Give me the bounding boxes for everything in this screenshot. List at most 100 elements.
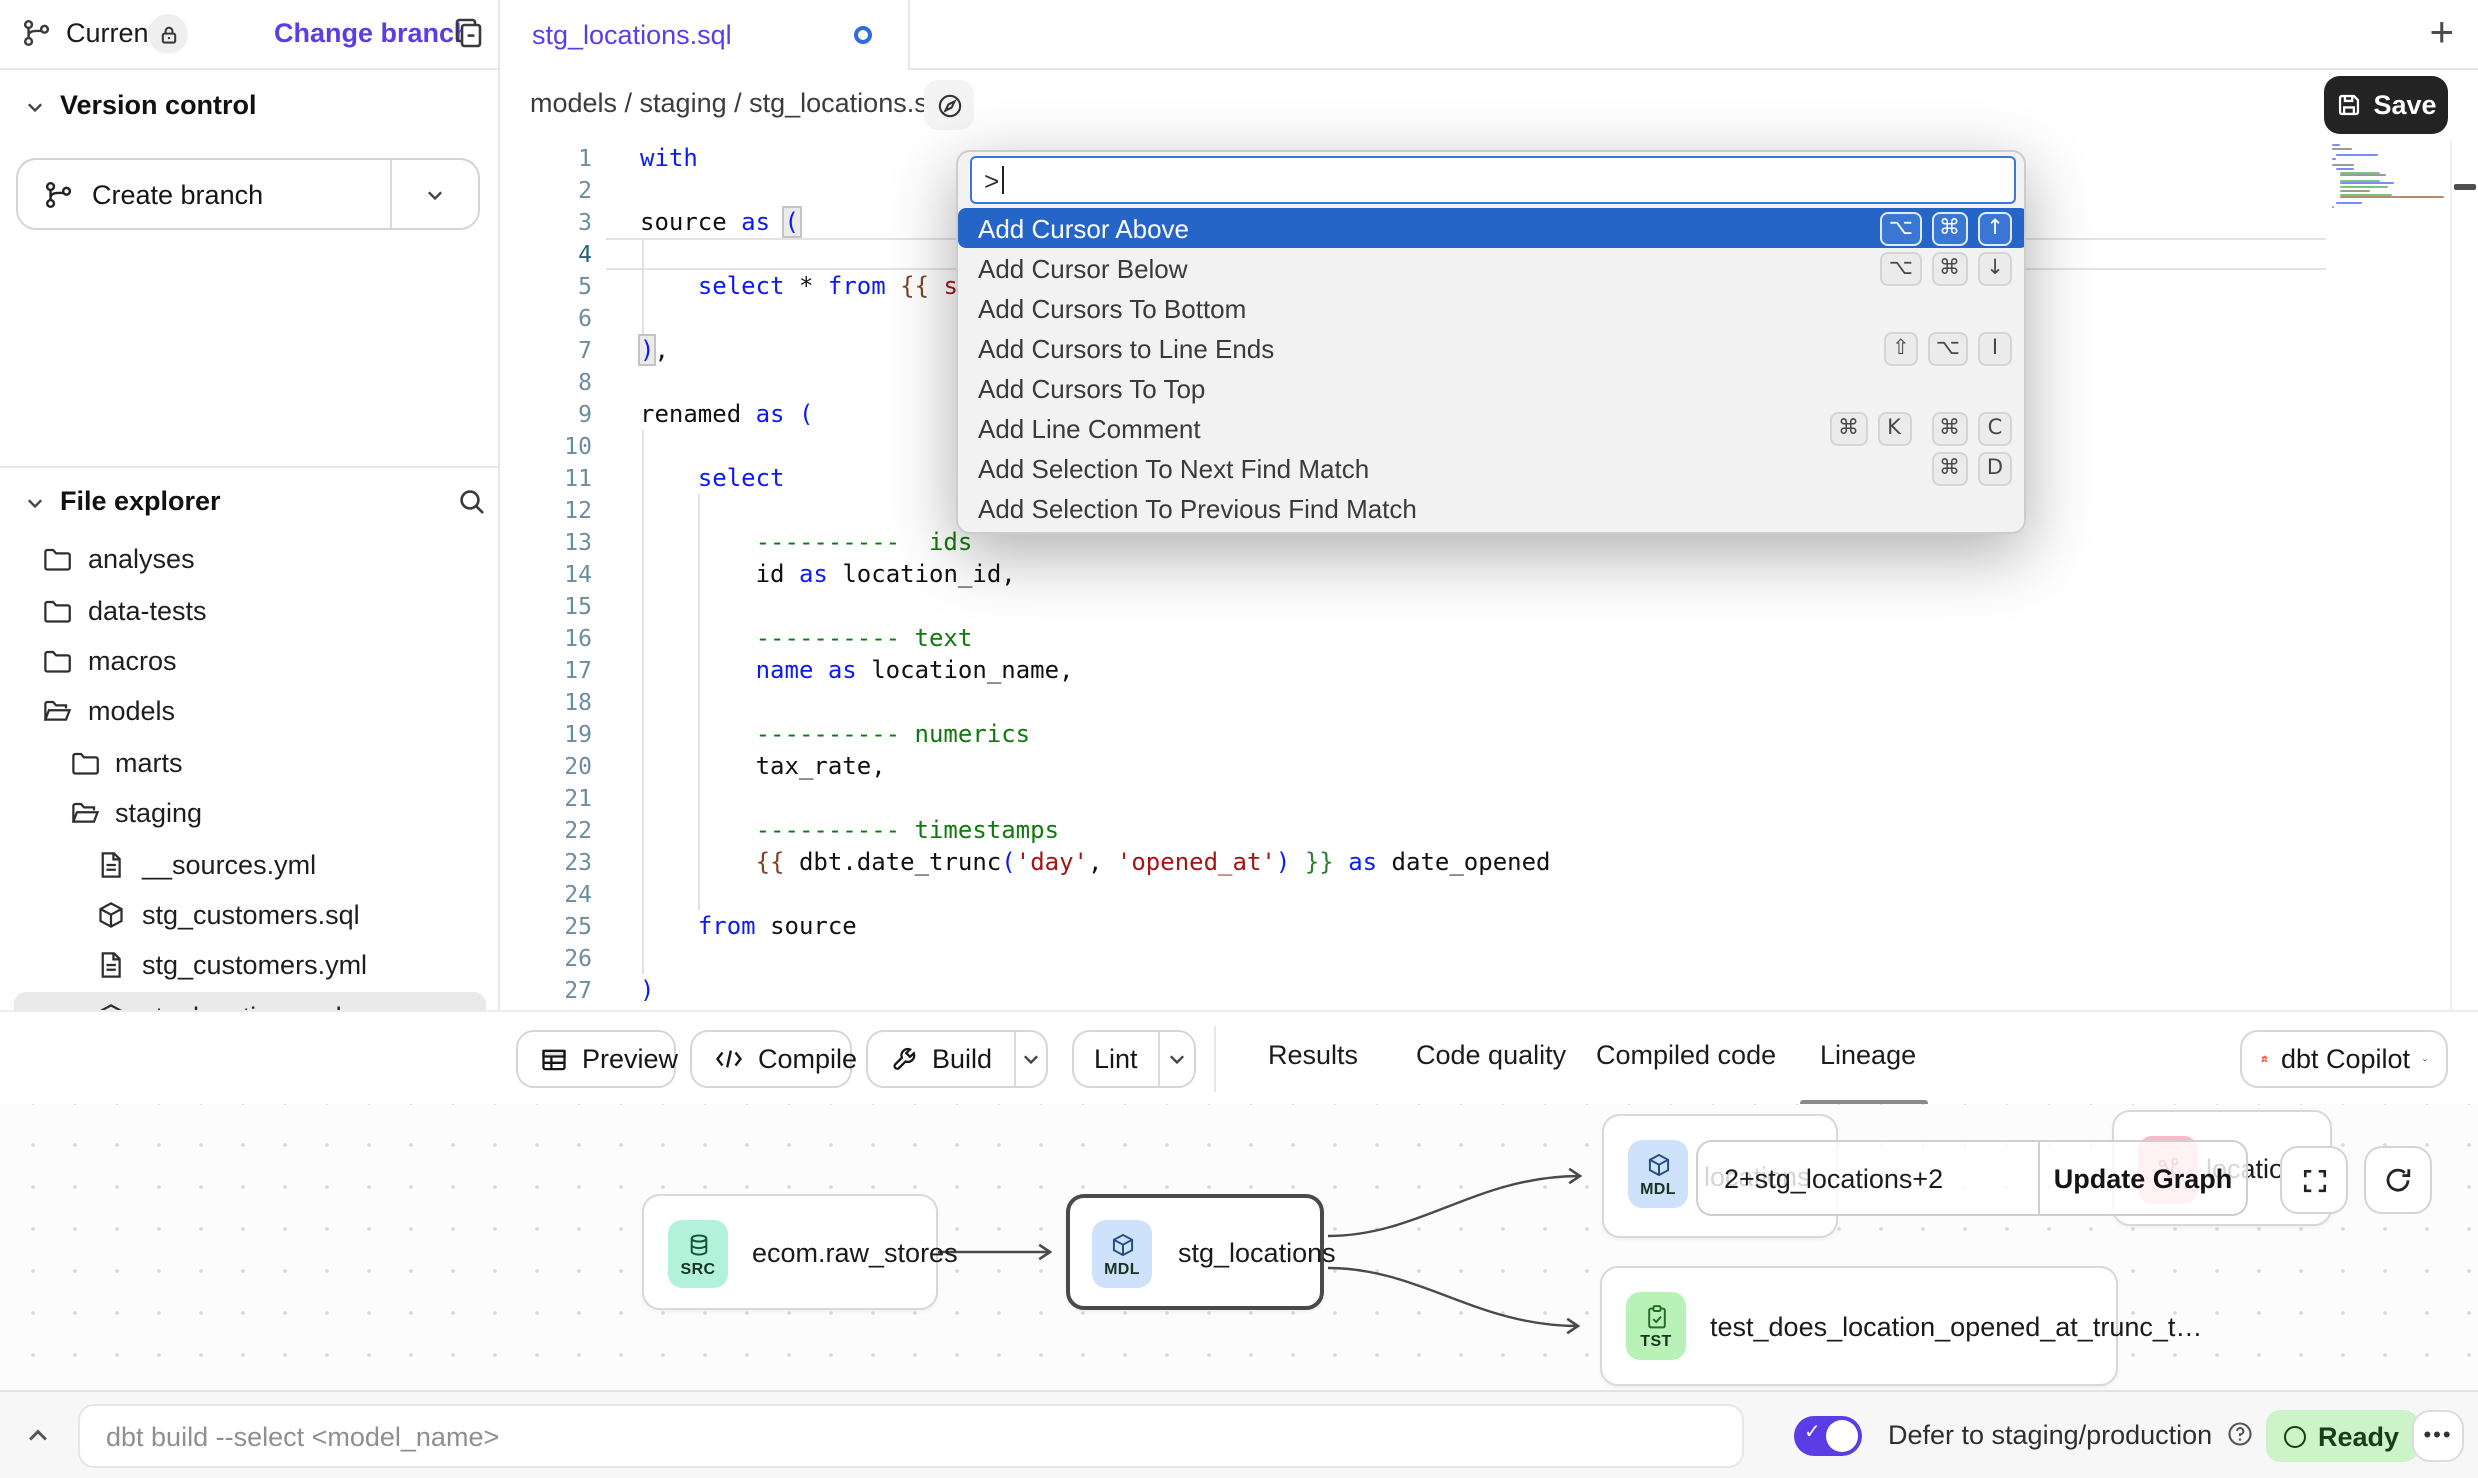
model-badge: MDL [1628,1140,1688,1208]
tree-item-marts[interactable]: marts [14,737,486,788]
lineage-node-test[interactable]: TST test_does_location_opened_at_trunc_t… [1600,1266,2118,1386]
key-chip: ⌥ [1881,251,1921,285]
ready-status-badge[interactable]: Ready [2266,1410,2417,1462]
navigate-button[interactable] [924,80,974,130]
defer-toggle[interactable]: ✓ [1794,1416,1862,1456]
command-list: Add Cursor Above⌥⌘↑Add Cursor Below⌥⌘↓Ad… [958,208,2026,528]
compile-button[interactable]: Compile [690,1030,852,1088]
line-number: 24 [500,878,592,910]
text-caret [1001,166,1003,194]
file-label: macros [88,646,177,676]
command-item[interactable]: Add Cursors To Top [958,368,2026,408]
tree-item-staging[interactable]: staging [14,788,486,839]
update-graph-button[interactable]: Update Graph [2038,1142,2246,1214]
save-button[interactable]: Save [2324,76,2448,134]
file-explorer-header[interactable]: File explorer [0,480,500,532]
code-line: tax_rate, [640,750,1551,782]
change-branch-link[interactable]: Change branch [274,18,471,48]
scrollbar-thumb[interactable] [2454,184,2476,189]
command-item[interactable]: Add Cursors To Bottom [958,288,2026,328]
copy-icon[interactable] [452,16,484,48]
tree-item-__sources.yml[interactable]: __sources.yml [14,839,486,890]
create-branch-main[interactable]: Create branch [18,160,390,228]
breadcrumb: models / staging / stg_locations.sql [530,88,949,118]
command-item[interactable]: Add Selection To Previous Find Match [958,488,2026,528]
current-branch-label: Current [66,18,156,48]
tab-results[interactable]: Results [1268,1040,1358,1070]
line-number: 27 [500,974,592,1006]
status-circle-icon [2284,1425,2306,1447]
line-number: 1 [500,142,592,174]
line-number: 25 [500,910,592,942]
tab-code-quality[interactable]: Code quality [1416,1040,1566,1070]
command-item[interactable]: Add Cursor Below⌥⌘↓ [958,248,2026,288]
line-number: 11 [500,462,592,494]
file-label: staging [115,798,202,828]
create-branch-button[interactable]: Create branch [16,158,480,230]
shortcut-chips: ⌥⌘↑ [1881,211,2012,245]
lineage-filter-input[interactable]: 2+stg_locations+2 [1698,1142,2038,1214]
line-number: 3 [500,206,592,238]
build-button[interactable]: Build [866,1030,1048,1088]
command-item[interactable]: Add Cursors to Line Ends⇧⌥I [958,328,2026,368]
tree-item-models[interactable]: models [14,686,486,737]
create-branch-dropdown[interactable] [390,160,478,228]
chevron-up-icon [24,1422,52,1450]
lineage-panel[interactable]: SRC ecom.raw_stores MDL stg_locations MD… [0,1104,2478,1390]
line-number: 6 [500,302,592,334]
new-tab-button[interactable]: + [2429,4,2454,64]
tree-item-stg_customers.yml[interactable]: stg_customers.yml [14,940,486,991]
tab-compiled-code[interactable]: Compiled code [1596,1040,1776,1070]
compile-label: Compile [758,1044,857,1074]
refresh-button[interactable] [2364,1146,2432,1214]
dbt-copilot-button[interactable]: dbt Copilot [2240,1030,2448,1088]
command-item[interactable]: Add Cursor Above⌥⌘↑ [958,208,2026,248]
version-control-header[interactable]: Version control [0,84,500,136]
chevron-down-icon [1020,1048,1042,1070]
command-item[interactable]: Add Selection To Next Find Match⌘D [958,448,2026,488]
file-label: stg_customers.yml [142,951,367,981]
minimap[interactable] [2332,144,2448,207]
minimap-line [2336,154,2379,156]
minimap-line [2339,187,2388,189]
save-label: Save [2373,90,2436,120]
chevron-down-icon [1166,1048,1188,1070]
line-number: 9 [500,398,592,430]
line-number: 8 [500,366,592,398]
command-item[interactable]: Add Line Comment⌘K⌘C [958,408,2026,448]
doc-icon [96,951,126,981]
tree-item-analyses[interactable]: analyses [14,534,486,585]
search-icon[interactable] [456,486,488,518]
minimap-line [2336,168,2354,170]
dbt-command-input[interactable]: dbt build --select <model_name> [78,1404,1744,1468]
tab-stg-locations-sql[interactable]: stg_locations.sql [500,0,910,70]
line-number: 14 [500,558,592,590]
tree-item-macros[interactable]: macros [14,636,486,687]
scrollbar-track [2450,140,2452,1010]
key-chip: C [1978,411,2012,445]
cube-icon [1645,1151,1671,1177]
line-number-gutter: 1234567891011121314151617181920212223242… [500,142,610,1006]
lineage-node-source[interactable]: SRC ecom.raw_stores [642,1194,938,1310]
lint-dropdown[interactable] [1158,1032,1194,1086]
tree-item-stg_customers.sql[interactable]: stg_customers.sql [14,889,486,940]
collapse-panel-button[interactable] [24,1422,52,1450]
more-options-button[interactable]: ••• [2412,1410,2464,1462]
command-palette-input[interactable]: > [970,156,2016,204]
cube-icon [1109,1231,1135,1257]
tree-item-data-tests[interactable]: data-tests [14,585,486,636]
fullscreen-button[interactable] [2280,1146,2348,1214]
preview-button[interactable]: Preview [516,1030,676,1088]
key-chip: ⇧ [1884,331,1918,365]
build-dropdown[interactable] [1014,1032,1046,1086]
lineage-node-stg-locations[interactable]: MDL stg_locations [1066,1194,1324,1310]
lint-button[interactable]: Lint [1072,1030,1196,1088]
create-branch-label: Create branch [92,179,263,209]
tab-lineage[interactable]: Lineage [1820,1040,1916,1070]
code-line: from source [640,910,1551,942]
tab-modified-dot-icon [854,26,872,44]
lint-label: Lint [1094,1044,1138,1074]
fullscreen-icon [2299,1165,2329,1195]
ellipsis-icon: ••• [2423,1425,2452,1447]
help-icon[interactable] [2226,1420,2254,1448]
